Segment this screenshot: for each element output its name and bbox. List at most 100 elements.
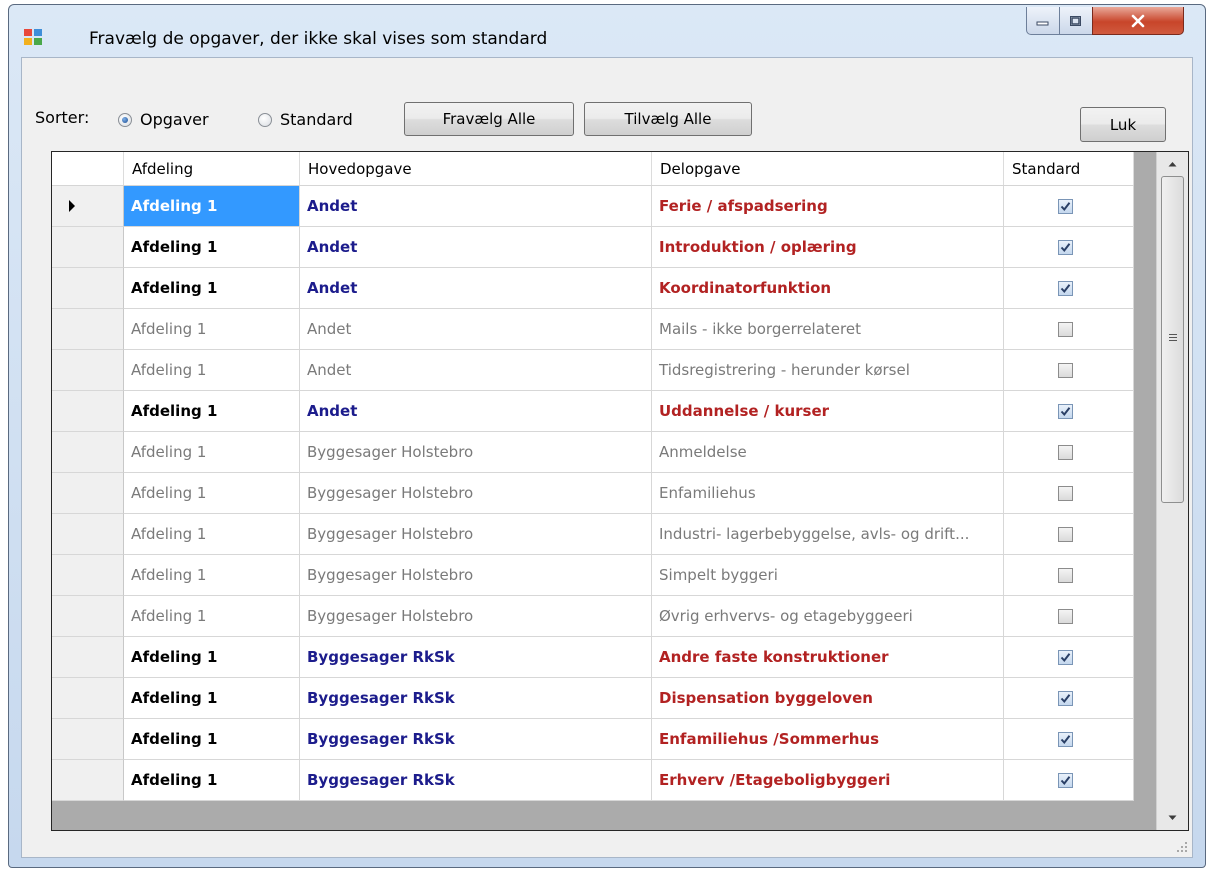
radio-opgaver-label[interactable]: Opgaver — [140, 110, 209, 129]
table-row[interactable]: Afdeling 1 Byggesager Holstebro Enfamilieh… — [52, 473, 1134, 514]
cell-afdeling[interactable]: Afdeling 1 — [124, 350, 300, 391]
minimize-button[interactable] — [1026, 7, 1060, 35]
table-row[interactable]: Afdeling 1 Byggesager RkSk Andre faste kon… — [52, 637, 1134, 678]
row-header[interactable] — [52, 391, 124, 432]
table-row[interactable]: Afdeling 1 Byggesager RkSk Dispensation by… — [52, 678, 1134, 719]
cell-afdeling[interactable]: Afdeling 1 — [124, 432, 300, 473]
table-row[interactable]: Afdeling 1 Andet Introduktion / oplæring — [52, 227, 1134, 268]
radio-opgaver[interactable] — [118, 113, 132, 127]
cell-afdeling[interactable]: Afdeling 1 — [124, 186, 300, 227]
cell-hovedopgave[interactable]: Andet — [300, 268, 652, 309]
standard-checkbox[interactable] — [1058, 322, 1073, 337]
column-header-delopgave[interactable]: Delopgave — [652, 152, 1004, 185]
standard-checkbox[interactable] — [1058, 199, 1073, 214]
cell-hovedopgave[interactable]: Andet — [300, 350, 652, 391]
cell-hovedopgave[interactable]: Byggesager Holstebro — [300, 596, 652, 637]
standard-checkbox[interactable] — [1058, 568, 1073, 583]
table-row[interactable]: Afdeling 1 Andet Ferie / afspadsering — [52, 186, 1134, 227]
standard-checkbox[interactable] — [1058, 445, 1073, 460]
cell-delopgave[interactable]: Koordinatorfunktion — [652, 268, 1004, 309]
table-row[interactable]: Afdeling 1 Andet Mails - ikke borgerrelate… — [52, 309, 1134, 350]
standard-checkbox[interactable] — [1058, 609, 1073, 624]
vertical-scrollbar[interactable] — [1156, 152, 1188, 830]
cell-afdeling[interactable]: Afdeling 1 — [124, 555, 300, 596]
cell-afdeling[interactable]: Afdeling 1 — [124, 637, 300, 678]
cell-hovedopgave[interactable]: Andet — [300, 227, 652, 268]
row-header[interactable] — [52, 432, 124, 473]
radio-standard-label[interactable]: Standard — [280, 110, 353, 129]
cell-afdeling[interactable]: Afdeling 1 — [124, 596, 300, 637]
standard-checkbox[interactable] — [1058, 281, 1073, 296]
column-header-standard[interactable]: Standard — [1004, 152, 1134, 185]
cell-delopgave[interactable]: Uddannelse / kurser — [652, 391, 1004, 432]
luk-button[interactable]: Luk — [1080, 107, 1166, 142]
table-row[interactable]: Afdeling 1 Byggesager RkSk Erhverv /Etageb… — [52, 760, 1134, 801]
cell-hovedopgave[interactable]: Byggesager RkSk — [300, 760, 652, 801]
row-header[interactable] — [52, 350, 124, 391]
cell-hovedopgave[interactable]: Byggesager Holstebro — [300, 514, 652, 555]
cell-delopgave[interactable]: Øvrig erhvervs- og etagebyggeeri — [652, 596, 1004, 637]
cell-hovedopgave[interactable]: Byggesager RkSk — [300, 678, 652, 719]
row-header[interactable] — [52, 555, 124, 596]
cell-hovedopgave[interactable]: Byggesager RkSk — [300, 637, 652, 678]
cell-delopgave[interactable]: Industri- lagerbebyggelse, avls- og drif… — [652, 514, 1004, 555]
cell-afdeling[interactable]: Afdeling 1 — [124, 391, 300, 432]
cell-delopgave[interactable]: Anmeldelse — [652, 432, 1004, 473]
cell-afdeling[interactable]: Afdeling 1 — [124, 268, 300, 309]
cell-delopgave[interactable]: Dispensation byggeloven — [652, 678, 1004, 719]
cell-delopgave[interactable]: Enfamiliehus — [652, 473, 1004, 514]
close-window-button[interactable] — [1092, 7, 1184, 35]
standard-checkbox[interactable] — [1058, 691, 1073, 706]
resize-grip-icon[interactable] — [1174, 839, 1188, 853]
scroll-down-button[interactable] — [1157, 806, 1188, 830]
cell-delopgave[interactable]: Introduktion / oplæring — [652, 227, 1004, 268]
cell-afdeling[interactable]: Afdeling 1 — [124, 760, 300, 801]
table-row[interactable]: Afdeling 1 Andet Tidsregistrering - herund… — [52, 350, 1134, 391]
table-row[interactable]: Afdeling 1 Andet Uddannelse / kurser — [52, 391, 1134, 432]
standard-checkbox[interactable] — [1058, 404, 1073, 419]
cell-hovedopgave[interactable]: Andet — [300, 391, 652, 432]
cell-afdeling[interactable]: Afdeling 1 — [124, 309, 300, 350]
row-header[interactable] — [52, 637, 124, 678]
tilvaelg-alle-button[interactable]: Tilvælg Alle — [584, 102, 752, 136]
cell-afdeling[interactable]: Afdeling 1 — [124, 678, 300, 719]
cell-hovedopgave[interactable]: Andet — [300, 186, 652, 227]
cell-delopgave[interactable]: Tidsregistrering - herunder kørsel — [652, 350, 1004, 391]
scroll-up-button[interactable] — [1157, 152, 1188, 176]
table-row[interactable]: Afdeling 1 Byggesager RkSk Enfamiliehus /S… — [52, 719, 1134, 760]
standard-checkbox[interactable] — [1058, 527, 1073, 542]
scroll-thumb[interactable] — [1161, 176, 1184, 503]
table-row[interactable]: Afdeling 1 Byggesager Holstebro Øvrig erhv… — [52, 596, 1134, 637]
row-header[interactable] — [52, 514, 124, 555]
radio-standard[interactable] — [258, 113, 272, 127]
cell-hovedopgave[interactable]: Byggesager Holstebro — [300, 473, 652, 514]
row-header[interactable] — [52, 596, 124, 637]
row-header[interactable] — [52, 678, 124, 719]
cell-delopgave[interactable]: Erhverv /Etageboligbyggeri — [652, 760, 1004, 801]
standard-checkbox[interactable] — [1058, 486, 1073, 501]
cell-delopgave[interactable]: Ferie / afspadsering — [652, 186, 1004, 227]
row-header[interactable] — [52, 309, 124, 350]
standard-checkbox[interactable] — [1058, 650, 1073, 665]
table-row[interactable]: Afdeling 1 Andet Koordinatorfunktion — [52, 268, 1134, 309]
cell-hovedopgave[interactable]: Byggesager Holstebro — [300, 432, 652, 473]
row-header[interactable] — [52, 719, 124, 760]
title-bar[interactable]: Fravælg de opgaver, der ikke skal vises … — [9, 5, 1205, 57]
standard-checkbox[interactable] — [1058, 773, 1073, 788]
row-header[interactable] — [52, 227, 124, 268]
cell-hovedopgave[interactable]: Byggesager Holstebro — [300, 555, 652, 596]
row-header[interactable] — [52, 268, 124, 309]
cell-delopgave[interactable]: Mails - ikke borgerrelateret — [652, 309, 1004, 350]
row-header[interactable] — [52, 473, 124, 514]
fravaelg-alle-button[interactable]: Fravælg Alle — [404, 102, 574, 136]
standard-checkbox[interactable] — [1058, 240, 1073, 255]
row-header[interactable] — [52, 186, 124, 227]
table-row[interactable]: Afdeling 1 Byggesager Holstebro Simpelt by… — [52, 555, 1134, 596]
standard-checkbox[interactable] — [1058, 363, 1073, 378]
table-row[interactable]: Afdeling 1 Byggesager Holstebro Anmeldelse — [52, 432, 1134, 473]
standard-checkbox[interactable] — [1058, 732, 1073, 747]
cell-hovedopgave[interactable]: Byggesager RkSk — [300, 719, 652, 760]
cell-afdeling[interactable]: Afdeling 1 — [124, 514, 300, 555]
cell-afdeling[interactable]: Afdeling 1 — [124, 227, 300, 268]
cell-afdeling[interactable]: Afdeling 1 — [124, 473, 300, 514]
